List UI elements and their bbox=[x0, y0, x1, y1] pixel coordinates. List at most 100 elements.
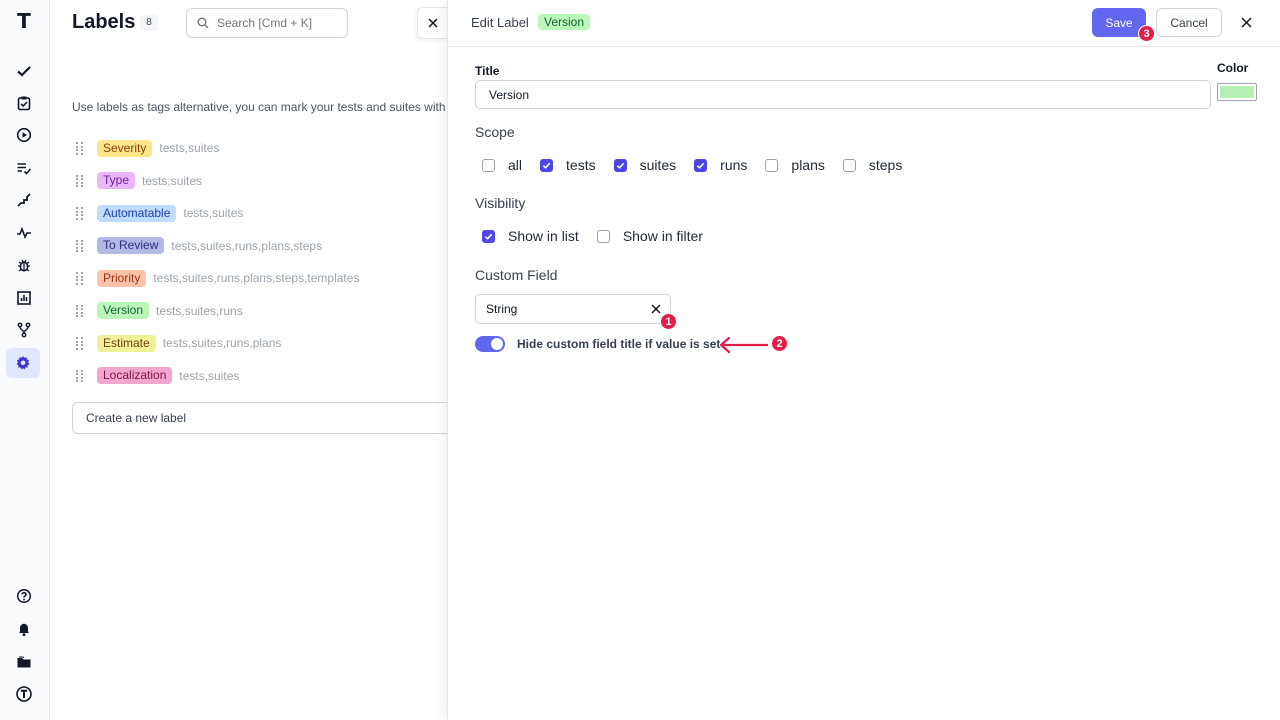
visibility-heading: Visibility bbox=[475, 195, 526, 211]
checkbox-label: runs bbox=[720, 157, 748, 173]
cancel-button[interactable]: Cancel bbox=[1156, 8, 1222, 37]
checkmark-icon bbox=[484, 233, 493, 240]
label-row[interactable]: Severity tests,suites bbox=[76, 132, 446, 165]
label-scopes: tests,suites bbox=[142, 173, 203, 188]
labels-description: Use labels as tags alternative, you can … bbox=[72, 100, 446, 114]
stairs-icon[interactable] bbox=[12, 188, 36, 212]
create-label-input[interactable]: Create a new label bbox=[72, 402, 452, 434]
checkbox-label: Show in list bbox=[508, 228, 579, 244]
checkmark-icon bbox=[616, 162, 624, 169]
toggle-knob bbox=[491, 338, 503, 350]
edit-label-heading: Edit Label bbox=[471, 15, 529, 30]
label-tag[interactable]: Priority bbox=[97, 269, 147, 287]
checkbox[interactable] bbox=[694, 158, 708, 172]
annotation-marker-3: 3 bbox=[1138, 25, 1155, 42]
gear-icon[interactable] bbox=[6, 348, 40, 378]
scope-heading: Scope bbox=[475, 124, 515, 140]
checkbox[interactable] bbox=[540, 158, 554, 172]
checkmark-icon bbox=[696, 162, 705, 169]
edit-label-panel: Edit Label Version Save 3 Cancel Title C… bbox=[447, 0, 1280, 720]
checkbox-label: all bbox=[508, 157, 523, 173]
checkbox[interactable] bbox=[613, 158, 627, 172]
bar-chart-icon[interactable] bbox=[12, 286, 36, 310]
checkbox-option-all[interactable]: all bbox=[482, 157, 522, 173]
panel-header: Edit Label Version Save 3 Cancel bbox=[448, 0, 1280, 47]
label-scopes: tests,suites,runs bbox=[156, 303, 243, 318]
label-tag[interactable]: Type bbox=[97, 172, 136, 190]
folder-icon[interactable] bbox=[12, 650, 36, 674]
checkbox-label: tests bbox=[566, 157, 596, 173]
labels-count-badge: 8 bbox=[140, 15, 158, 31]
color-swatch-fill bbox=[1220, 86, 1254, 98]
drag-handle-icon[interactable] bbox=[76, 207, 84, 220]
label-tag[interactable]: Version bbox=[97, 302, 150, 320]
checkbox[interactable] bbox=[765, 158, 779, 172]
label-tag[interactable]: Localization bbox=[97, 367, 173, 385]
hide-title-toggle[interactable] bbox=[475, 336, 505, 352]
annotation-marker-2: 2 bbox=[771, 335, 788, 352]
checkbox-option-show-in-filter[interactable]: Show in filter bbox=[596, 228, 703, 244]
close-panel-button[interactable] bbox=[417, 7, 447, 39]
list-check-icon[interactable] bbox=[12, 156, 36, 180]
branch-icon[interactable] bbox=[12, 318, 36, 342]
checkbox-option-steps[interactable]: steps bbox=[842, 157, 902, 173]
checkbox[interactable] bbox=[842, 158, 856, 172]
drag-handle-icon[interactable] bbox=[76, 239, 84, 253]
label-tag[interactable]: To Review bbox=[97, 237, 165, 255]
clear-icon[interactable] bbox=[650, 303, 662, 315]
bug-icon[interactable] bbox=[12, 253, 36, 277]
checkbox-option-suites[interactable]: suites bbox=[613, 157, 677, 173]
label-row[interactable]: Type tests,suites bbox=[76, 165, 446, 198]
label-row[interactable]: Estimate tests,suites,runs,plans bbox=[76, 327, 446, 360]
drag-handle-icon[interactable] bbox=[76, 369, 84, 383]
label-row[interactable]: To Review tests,suites,runs,plans,steps bbox=[76, 230, 446, 263]
label-row[interactable]: Automatable tests,suites bbox=[76, 197, 446, 230]
drag-handle-icon[interactable] bbox=[76, 174, 84, 188]
page-title: Labels bbox=[72, 11, 136, 33]
bell-icon[interactable] bbox=[12, 617, 36, 641]
close-icon bbox=[427, 18, 438, 28]
label-tag[interactable]: Estimate bbox=[97, 334, 156, 352]
label-row[interactable]: Priority tests,suites,runs,plans,steps,te… bbox=[76, 262, 446, 295]
label-row[interactable]: Version tests,suites,runs bbox=[76, 295, 446, 328]
title-field-label: Title bbox=[475, 64, 500, 78]
checkbox-option-show-in-list[interactable]: Show in list bbox=[482, 228, 579, 244]
search-icon bbox=[197, 17, 209, 29]
drag-handle-icon[interactable] bbox=[76, 142, 84, 155]
help-icon[interactable] bbox=[12, 584, 36, 608]
hide-title-toggle-label: Hide custom field title if value is set bbox=[517, 337, 721, 351]
annotation-arrow-icon bbox=[719, 336, 768, 354]
checkbox-option-runs[interactable]: runs bbox=[694, 157, 747, 173]
checkbox[interactable] bbox=[482, 158, 495, 172]
label-tag[interactable]: Automatable bbox=[97, 204, 177, 222]
color-picker[interactable] bbox=[1217, 83, 1257, 101]
color-field-label: Color bbox=[1217, 61, 1249, 75]
custom-field-heading: Custom Field bbox=[475, 267, 558, 283]
app-logo[interactable]: T bbox=[13, 10, 35, 32]
search-box[interactable] bbox=[186, 8, 348, 38]
check-icon[interactable] bbox=[12, 59, 36, 83]
checkmark-icon bbox=[542, 162, 551, 169]
close-panel-x-button[interactable] bbox=[1236, 12, 1256, 32]
pulse-icon[interactable] bbox=[12, 221, 36, 245]
profile-logo-icon[interactable] bbox=[12, 682, 36, 706]
label-tag[interactable]: Severity bbox=[97, 139, 153, 157]
drag-handle-icon[interactable] bbox=[76, 272, 84, 285]
title-input[interactable] bbox=[475, 80, 1211, 109]
label-scopes: tests,suites bbox=[179, 368, 240, 383]
drag-handle-icon[interactable] bbox=[76, 337, 84, 350]
checkbox-label: suites bbox=[639, 157, 677, 173]
search-input[interactable] bbox=[217, 16, 337, 30]
drag-handle-icon[interactable] bbox=[76, 304, 84, 318]
custom-field-select[interactable]: String bbox=[475, 294, 671, 324]
label-scopes: tests,suites,runs,plans,steps bbox=[171, 238, 323, 253]
checkbox[interactable] bbox=[482, 229, 495, 243]
checkbox-option-tests[interactable]: tests bbox=[540, 157, 596, 173]
clipboard-check-icon[interactable] bbox=[12, 91, 36, 115]
checkbox[interactable] bbox=[596, 229, 610, 243]
label-row[interactable]: Localization tests,suites bbox=[76, 360, 446, 393]
left-nav-rail: T bbox=[0, 0, 50, 720]
label-scopes: tests,suites bbox=[159, 141, 220, 156]
play-circle-icon[interactable] bbox=[12, 123, 36, 147]
checkbox-option-plans[interactable]: plans bbox=[765, 157, 825, 173]
